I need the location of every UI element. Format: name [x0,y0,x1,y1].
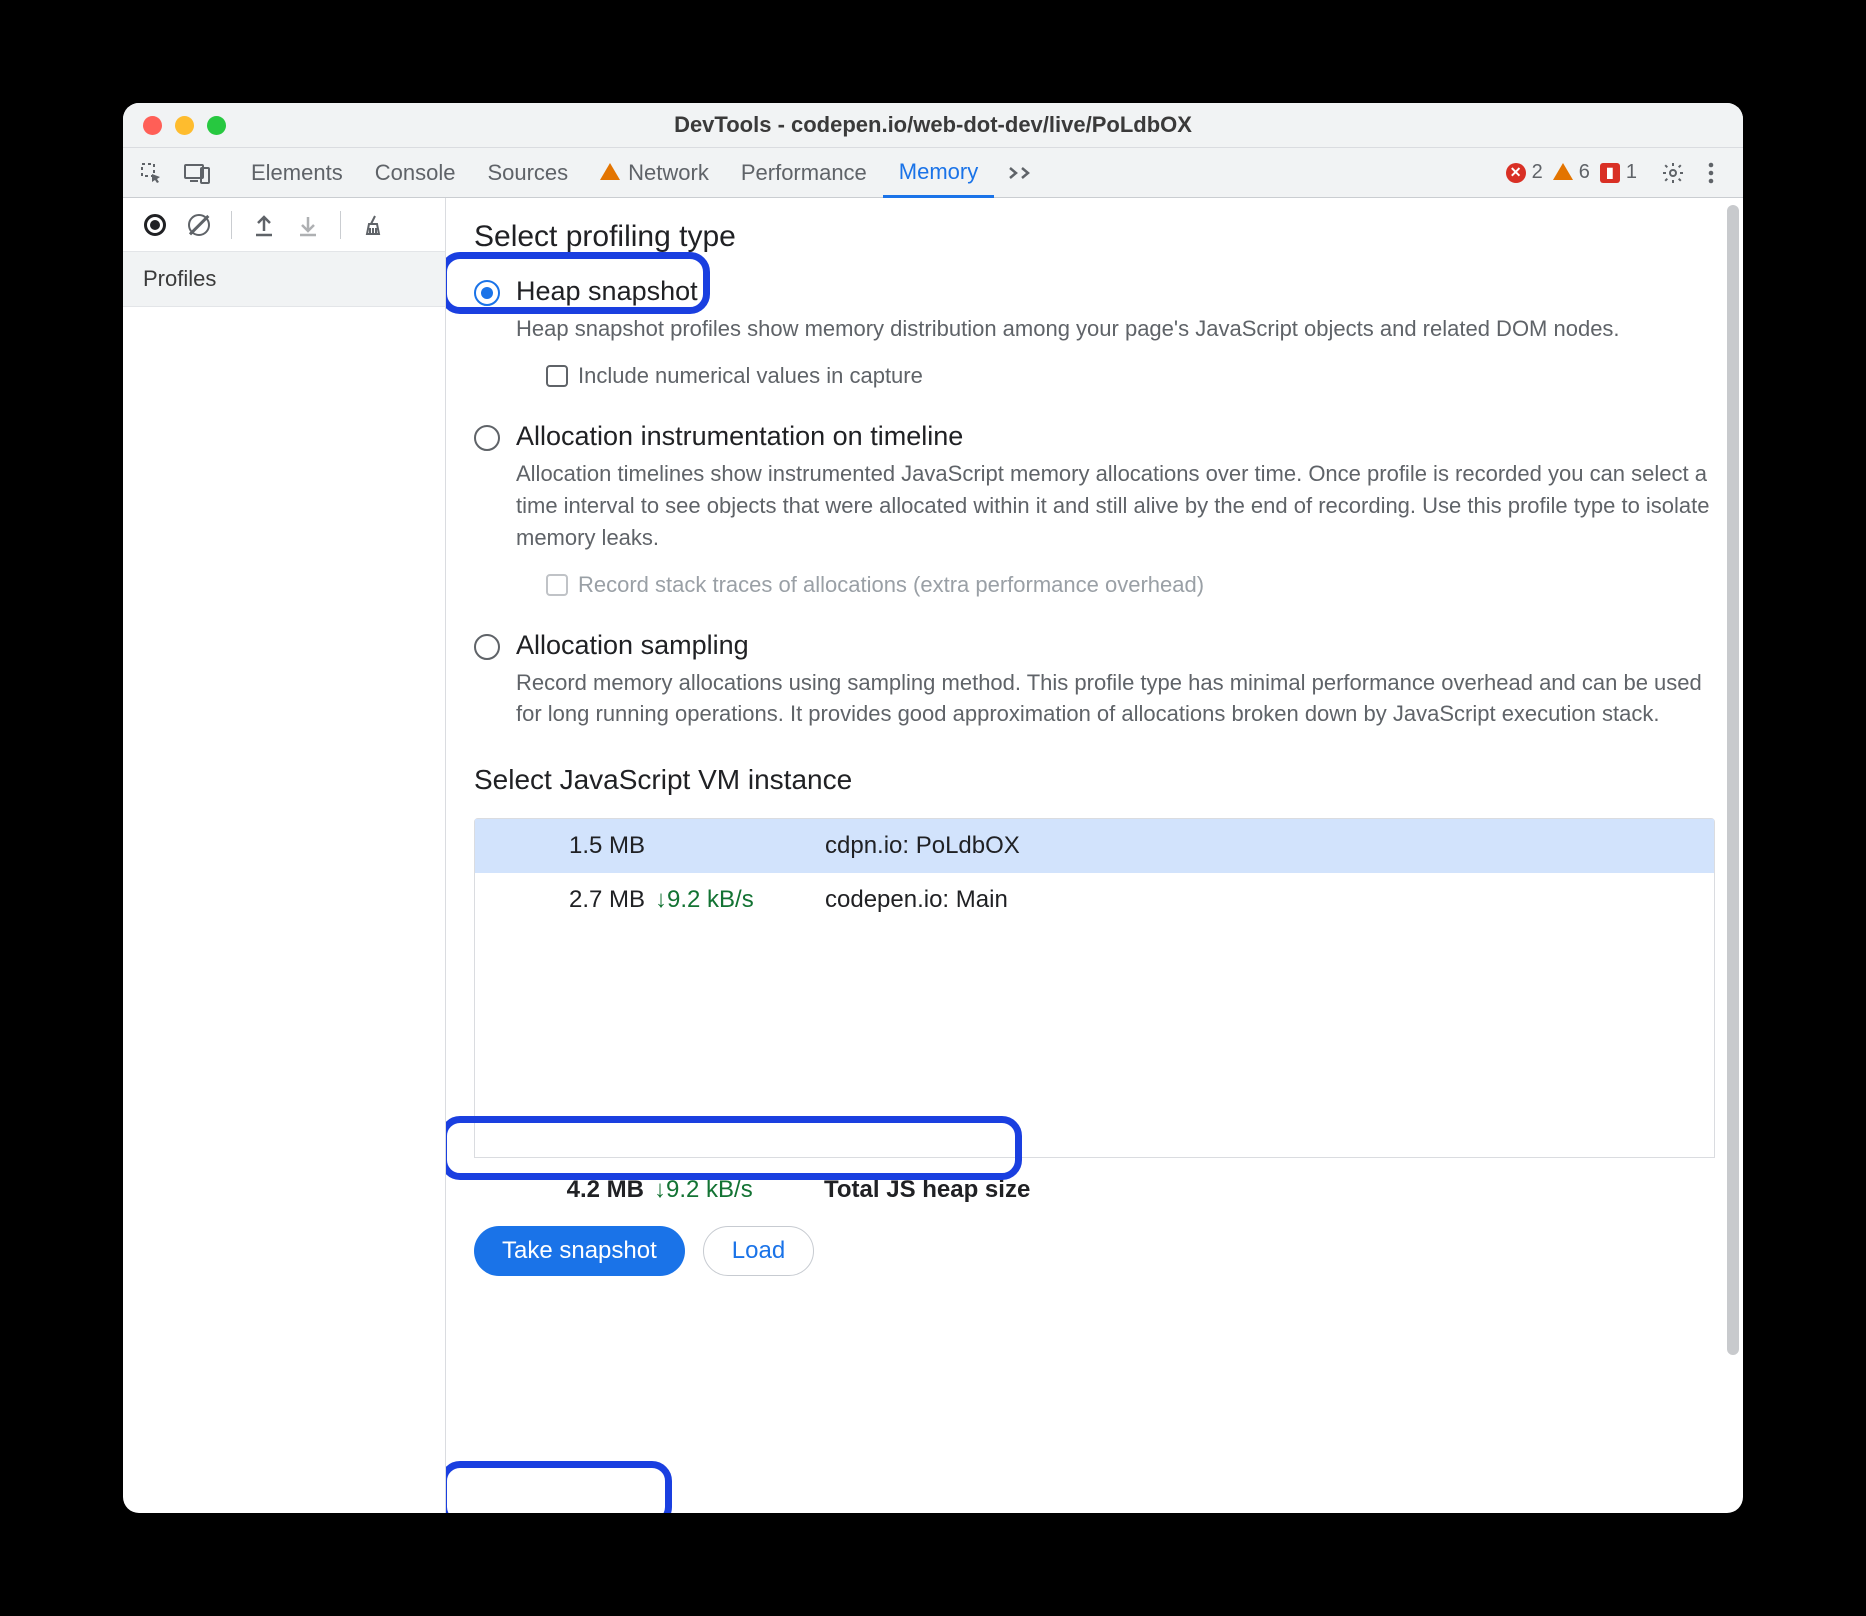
load-button[interactable]: Load [703,1226,814,1276]
warning-icon [1553,163,1573,180]
vm-target: cdpn.io: PoLdbOX [825,832,1694,860]
checkbox-icon[interactable] [546,365,568,387]
down-arrow-icon: ↓ [655,886,667,913]
record-button[interactable] [137,207,173,243]
total-rate: ↓9.2 kB/s [654,1176,824,1204]
scrollbar[interactable] [1727,205,1739,1355]
warning-icon [600,163,620,180]
issues-count-badge[interactable]: ▮ 1 [1600,161,1637,184]
vm-rate: ↓9.2 kB/s [655,886,825,914]
include-numerical-checkbox-row[interactable]: Include numerical values in capture [516,363,1715,389]
tab-performance-label: Performance [741,160,867,186]
tab-sources-label: Sources [487,160,568,186]
titlebar: DevTools - codepen.io/web-dot-dev/live/P… [123,103,1743,148]
tab-network[interactable]: Network [584,148,725,197]
vm-row[interactable]: 2.7 MB ↓9.2 kB/s codepen.io: Main [475,873,1714,927]
checkbox-icon [546,574,568,596]
profiling-option-sampling[interactable]: Allocation sampling Record memory alloca… [474,630,1715,731]
devtools-window: DevTools - codepen.io/web-dot-dev/live/P… [123,103,1743,1513]
device-toolbar-icon[interactable] [183,159,211,187]
timeline-option-label: Allocation instrumentation on timeline [516,421,1715,452]
tab-network-label: Network [628,160,709,186]
tab-memory-label: Memory [899,159,978,185]
include-numerical-label: Include numerical values in capture [578,363,923,389]
vm-total-row: 4.2 MB ↓9.2 kB/s Total JS heap size [474,1158,1715,1212]
radio-heap-snapshot[interactable] [474,280,500,306]
separator [231,211,232,239]
heap-option-desc: Heap snapshot profiles show memory distr… [516,313,1715,345]
tab-memory[interactable]: Memory [883,148,994,198]
tab-elements-label: Elements [251,160,343,186]
warning-count: 6 [1579,161,1590,184]
broom-button[interactable] [355,207,391,243]
upload-button[interactable] [246,207,282,243]
separator [340,211,341,239]
warning-count-badge[interactable]: 6 [1553,161,1590,184]
timeline-option-desc: Allocation timelines show instrumented J… [516,458,1715,554]
issue-icon: ▮ [1600,163,1620,183]
take-snapshot-button[interactable]: Take snapshot [474,1226,685,1276]
issues-count: 1 [1626,161,1637,184]
record-stack-label: Record stack traces of allocations (extr… [578,572,1204,598]
profiling-type-heading: Select profiling type [474,220,1715,254]
tab-console[interactable]: Console [359,148,472,197]
vm-size: 2.7 MB [495,886,655,914]
error-icon: ✕ [1506,163,1526,183]
profiling-option-heap[interactable]: Heap snapshot Heap snapshot profiles sho… [474,276,1715,389]
profiles-heading: Profiles [123,252,445,307]
heap-option-label: Heap snapshot [516,276,1715,307]
error-count: 2 [1532,161,1543,184]
tab-sources[interactable]: Sources [471,148,584,197]
sampling-option-desc: Record memory allocations using sampling… [516,667,1715,731]
vm-size: 1.5 MB [495,832,655,860]
total-label: Total JS heap size [824,1176,1695,1204]
profiling-option-timeline[interactable]: Allocation instrumentation on timeline A… [474,421,1715,598]
memory-panel-content: Select profiling type Heap snapshot Heap… [446,198,1743,1513]
gear-icon[interactable] [1659,159,1687,187]
tab-console-label: Console [375,160,456,186]
error-count-badge[interactable]: ✕ 2 [1506,161,1543,184]
profiles-sidebar: Profiles [123,198,446,1513]
main-tabs: Elements Console Sources Network Perform… [123,148,1743,198]
sidebar-toolbar [123,198,445,252]
down-arrow-icon: ↓ [654,1176,666,1203]
vm-instance-list: 1.5 MB cdpn.io: PoLdbOX 2.7 MB ↓9.2 kB/s… [474,818,1715,1158]
annotation-highlight [446,1461,672,1513]
more-tabs-button[interactable] [994,148,1050,197]
window-title: DevTools - codepen.io/web-dot-dev/live/P… [123,112,1743,138]
record-icon [144,214,166,236]
radio-allocation-timeline[interactable] [474,425,500,451]
clear-icon [188,214,210,236]
inspect-element-icon[interactable] [137,159,165,187]
clear-button[interactable] [181,207,217,243]
action-buttons: Take snapshot Load [474,1226,1715,1276]
tab-elements[interactable]: Elements [235,148,359,197]
kebab-menu-icon[interactable] [1697,159,1725,187]
vm-row-selected[interactable]: 1.5 MB cdpn.io: PoLdbOX [475,819,1714,873]
total-size: 4.2 MB [494,1176,654,1204]
sampling-option-label: Allocation sampling [516,630,1715,661]
record-stack-checkbox-row: Record stack traces of allocations (extr… [516,572,1715,598]
download-button[interactable] [290,207,326,243]
radio-allocation-sampling[interactable] [474,634,500,660]
tab-performance[interactable]: Performance [725,148,883,197]
vm-instance-heading: Select JavaScript VM instance [474,764,1715,796]
vm-target: codepen.io: Main [825,886,1694,914]
